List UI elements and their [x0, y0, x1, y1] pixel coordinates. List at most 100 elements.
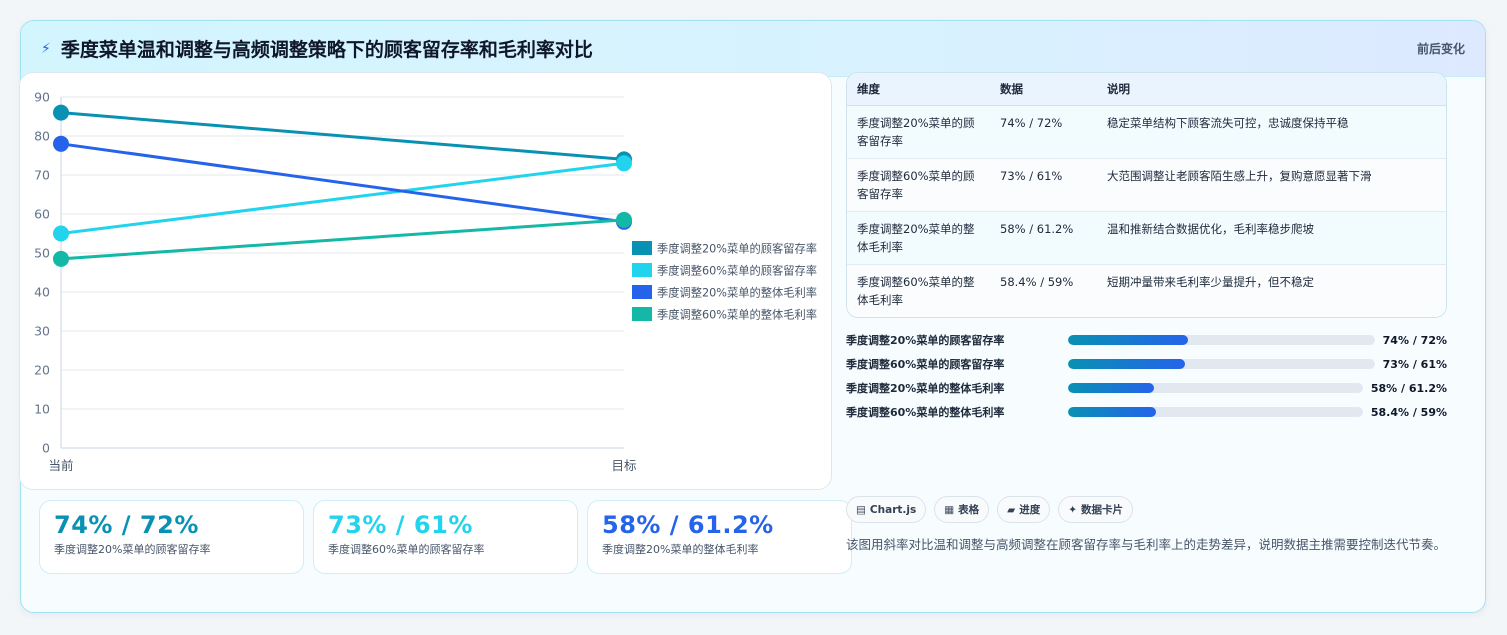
table-row: 季度调整20%菜单的整体毛利率 58% / 61.2% 温和推新结合数据优化，毛…	[847, 211, 1446, 265]
legend-label: 季度调整20%菜单的顾客留存率	[657, 242, 817, 256]
kpi-value: 58% / 61.2%	[602, 511, 774, 539]
data-point-3-0	[53, 250, 69, 267]
data-table-panel: 维度 数据 说明 季度调整20%菜单的顾客留存率 74% / 72% 稳定菜单结…	[846, 72, 1447, 318]
progress-fill	[1068, 359, 1185, 369]
card-header: ⚡ 季度菜单温和调整与高频调整策略下的顾客留存率和毛利率对比 前后变化	[21, 21, 1485, 77]
progress-row: 季度调整20%菜单的整体毛利率 58% / 61.2%	[846, 376, 1447, 400]
table-cell-data: 74% / 72%	[990, 105, 1097, 159]
legend-swatch	[632, 263, 652, 277]
series-line-2	[59, 142, 626, 224]
y-tick-label: 40	[34, 285, 50, 300]
table-header-note: 说明	[1097, 73, 1446, 106]
series-line-1	[59, 161, 626, 235]
chart-panel: 0 10 20 30 40 50 60 70 80 90 当前 目标 季度调整20%菜单的顾客留存率 季度…	[19, 72, 832, 490]
tag-table[interactable]: ▦ 表格	[934, 496, 990, 523]
y-tick-label: 80	[34, 129, 50, 144]
progress-label: 季度调整20%菜单的顾客留存率	[846, 334, 1005, 347]
data-point-1-0	[53, 225, 69, 242]
kpi-value: 73% / 61%	[328, 511, 473, 539]
data-point-1-1	[616, 155, 632, 172]
y-tick-label: 30	[34, 324, 50, 339]
progress-row: 季度调整60%菜单的顾客留存率 73% / 61%	[846, 352, 1447, 376]
legend-label: 季度调整20%菜单的整体毛利率	[657, 286, 817, 300]
lightning-icon: ⚡	[41, 40, 51, 57]
chart-icon: ▤	[856, 503, 866, 516]
progress-value: 74% / 72%	[1382, 333, 1447, 347]
progress-row: 季度调整20%菜单的顾客留存率 74% / 72%	[846, 328, 1447, 352]
y-tick-label: 90	[34, 90, 50, 105]
tag-label: Chart.js	[869, 503, 917, 516]
table-row: 季度调整60%菜单的整体毛利率 58.4% / 59% 短期冲量带来毛利率少量提…	[847, 264, 1446, 317]
progress-value: 73% / 61%	[1382, 357, 1447, 371]
table-cell-data: 58.4% / 59%	[1000, 274, 1074, 289]
y-tick-label: 60	[34, 207, 50, 222]
table-cell-note: 稳定菜单结构下顾客流失可控，忠诚度保持平稳	[1097, 105, 1446, 159]
progress-row: 季度调整60%菜单的整体毛利率 58.4% / 59%	[846, 400, 1447, 424]
x-tick-label: 目标	[611, 458, 636, 473]
progress-fill	[1068, 335, 1188, 345]
kpi-card-1: 73% / 61% 季度调整60%菜单的顾客留存率	[313, 500, 578, 574]
y-tick-label: 70	[34, 168, 50, 183]
table-cell-note: 短期冲量带来毛利率少量提升，但不稳定	[1107, 274, 1314, 289]
progress-track	[1068, 359, 1375, 369]
progress-label: 季度调整20%菜单的整体毛利率	[846, 382, 1005, 395]
table-icon: ▦	[944, 503, 955, 516]
data-point-0-0	[53, 104, 69, 121]
sparkle-icon: ✦	[1068, 503, 1078, 516]
data-point-3-1	[616, 211, 632, 228]
y-tick-label: 20	[34, 363, 50, 378]
table-header-dimension: 维度	[847, 73, 990, 106]
legend-label: 季度调整60%菜单的顾客留存率	[657, 264, 817, 278]
progress-label: 季度调整60%菜单的整体毛利率	[846, 406, 1005, 419]
slope-chart: 0 10 20 30 40 50 60 70 80 90 当前 目标 季度调整20%菜单的顾客留存率季度…	[34, 90, 817, 474]
y-tick-label: 10	[34, 402, 50, 417]
table-cell-data: 58% / 61.2%	[990, 211, 1097, 265]
table-cell-data: 73% / 61%	[990, 158, 1097, 212]
kpi-value: 74% / 72%	[54, 511, 199, 539]
table-row: 季度调整20%菜单的顾客留存率 74% / 72% 稳定菜单结构下顾客流失可控，…	[847, 105, 1446, 159]
table-cell-dimension: 季度调整60%菜单的整体毛利率	[857, 274, 975, 307]
kpi-card-2: 58% / 61.2% 季度调整20%菜单的整体毛利率	[587, 500, 852, 574]
progress-fill	[1068, 383, 1154, 393]
progress-value: 58% / 61.2%	[1370, 381, 1447, 395]
data-table: 维度 数据 说明 季度调整20%菜单的顾客留存率 74% / 72% 稳定菜单结…	[847, 73, 1446, 317]
kpi-label: 季度调整60%菜单的顾客留存率	[328, 543, 485, 556]
title-wrap: ⚡ 季度菜单温和调整与高频调整策略下的顾客留存率和毛利率对比	[41, 35, 593, 62]
tag-chartjs[interactable]: ▤ Chart.js	[846, 496, 927, 523]
legend-label: 季度调整60%菜单的整体毛利率	[657, 308, 817, 322]
progress-track	[1068, 407, 1363, 417]
table-row: 季度调整60%菜单的顾客留存率 73% / 61% 大范围调整让老顾客陌生感上升…	[847, 158, 1446, 212]
tag-data-card[interactable]: ✦ 数据卡片	[1058, 496, 1134, 523]
tag-label: 数据卡片	[1081, 504, 1124, 516]
x-tick-label: 当前	[48, 458, 73, 473]
kpi-card-0: 74% / 72% 季度调整20%菜单的顾客留存率	[39, 500, 304, 574]
tag-label: 表格	[958, 504, 980, 516]
table-header-data: 数据	[990, 73, 1097, 106]
page-title: 季度菜单温和调整与高频调整策略下的顾客留存率和毛利率对比	[60, 39, 593, 61]
y-tick-label: 50	[34, 246, 50, 261]
legend-swatch	[632, 241, 652, 255]
progress-value: 58.4% / 59%	[1370, 405, 1447, 419]
tag-list: ▤ Chart.js ▦ 表格 ▰ 进度 ✦ 数据卡片	[846, 496, 1134, 523]
data-point-2-0	[53, 135, 69, 152]
table-cell-note: 大范围调整让老顾客陌生感上升，复购意愿显著下滑	[1097, 158, 1446, 212]
progress-fill	[1068, 407, 1157, 417]
table-cell-note: 温和推新结合数据优化，毛利率稳步爬坡	[1097, 211, 1446, 265]
y-tick-label: 0	[42, 441, 50, 456]
table-cell-dimension: 季度调整60%菜单的顾客留存率	[847, 158, 990, 212]
chart-description: 该图用斜率对比温和调整与高频调整在顾客留存率与毛利率上的走势差异，说明数据主推需…	[846, 537, 1447, 552]
progress-icon: ▰	[1007, 503, 1016, 516]
table-header-row: 维度 数据 说明	[847, 73, 1446, 106]
tag-progress[interactable]: ▰ 进度	[997, 496, 1051, 523]
table-cell-dimension: 季度调整20%菜单的整体毛利率	[847, 211, 990, 265]
header-right-label: 前后变化	[1416, 42, 1465, 56]
progress-track	[1068, 383, 1363, 393]
kpi-label: 季度调整20%菜单的顾客留存率	[54, 543, 211, 556]
legend-swatch	[632, 307, 652, 321]
kpi-label: 季度调整20%菜单的整体毛利率	[602, 543, 759, 556]
progress-label: 季度调整60%菜单的顾客留存率	[846, 358, 1005, 371]
legend-swatch	[632, 285, 652, 299]
table-cell-dimension: 季度调整20%菜单的顾客留存率	[847, 105, 990, 159]
tag-label: 进度	[1019, 504, 1041, 516]
progress-track	[1068, 335, 1375, 345]
